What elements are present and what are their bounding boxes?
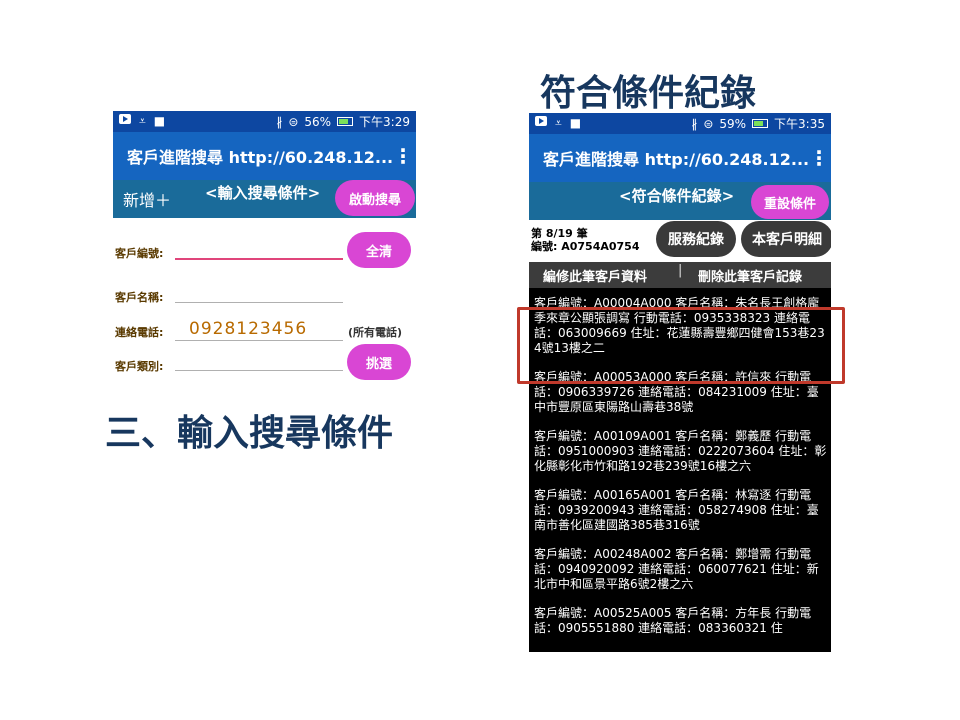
record-number: 編號: A0754A0754: [531, 240, 640, 253]
list-item[interactable]: 客戶編號：A00165A001 客戶名稱：林寫逐 行動電話：0939200943…: [534, 488, 827, 533]
battery-percent: 59%: [719, 116, 747, 131]
overflow-menu-icon[interactable]: ⋮: [809, 146, 829, 170]
phone-hint: (所有電話): [348, 326, 403, 339]
customer-no-input[interactable]: [175, 258, 343, 260]
status-bar: ⩡ ■ ∦ ⊜ 56% 下午3:29: [113, 111, 416, 132]
app-bar: 客戶進階搜尋 http://60.248.12... ⋮: [529, 134, 831, 182]
status-time: 下午3:35: [774, 117, 825, 131]
list-item[interactable]: 客戶編號：A00109A001 客戶名稱：鄭義歷 行動電話：0951000903…: [534, 429, 827, 474]
customer-detail-button[interactable]: 本客戶明細: [741, 221, 831, 257]
customer-name-label: 客戶名稱:: [115, 291, 164, 304]
app-title: 客戶進階搜尋 http://60.248.12...: [127, 148, 394, 167]
app-title: 客戶進階搜尋 http://60.248.12...: [543, 150, 810, 169]
overflow-menu-icon[interactable]: ⋮: [393, 144, 413, 168]
delete-record-button[interactable]: 刪除此筆客戶記錄: [698, 266, 802, 285]
customer-name-input[interactable]: [175, 302, 343, 303]
bluetooth-icon: ∦: [276, 114, 283, 129]
clear-all-button[interactable]: 全清: [347, 232, 411, 268]
sub-toolbar: 新增＋ <輸入搜尋條件> 啟動搜尋: [113, 180, 416, 218]
highlight-frame: [517, 307, 845, 384]
record-position: 第 8/19 筆 編號: A0754A0754: [531, 227, 640, 253]
puzzle-icon: ■: [569, 116, 582, 130]
start-search-button[interactable]: 啟動搜尋: [335, 180, 415, 216]
download-check-icon: ⩡: [555, 116, 562, 130]
bluetooth-icon: ∦: [691, 116, 698, 131]
customer-type-row: 客戶類別: 挑選: [113, 342, 416, 380]
phone-input-line: [175, 340, 343, 341]
youtube-icon: [535, 116, 547, 126]
service-records-button[interactable]: 服務紀錄: [656, 221, 736, 257]
section-title: <符合條件紀錄>: [619, 187, 735, 205]
record-info: 第 8/19 筆 編號: A0754A0754 服務紀錄 本客戶明細: [529, 220, 831, 262]
wifi-icon: ⊜: [703, 116, 714, 131]
list-item[interactable]: 客戶編號：A00525A005 客戶名稱：方年長 行動電話：0905551880…: [534, 606, 827, 636]
wifi-icon: ⊜: [288, 114, 299, 129]
list-item[interactable]: 客戶編號：A00248A002 客戶名稱：鄭增需 行動電話：0940920092…: [534, 547, 827, 592]
sub-toolbar: <符合條件紀錄> 重設條件: [529, 182, 831, 220]
battery-icon: [752, 119, 769, 128]
slide-title-left: 三、輸入搜尋條件: [105, 412, 394, 454]
phone-screenshot-search: ⩡ ■ ∦ ⊜ 56% 下午3:29 客戶進階搜尋 http://60.248.…: [113, 111, 416, 386]
status-time: 下午3:29: [359, 115, 410, 129]
battery-percent: 56%: [304, 114, 332, 129]
youtube-icon: [119, 114, 131, 124]
customer-type-input[interactable]: [175, 370, 343, 371]
add-new-button[interactable]: 新增＋: [123, 187, 171, 211]
battery-icon: [337, 117, 354, 126]
record-action-bar: 編修此筆客戶資料 | 刪除此筆客戶記錄: [529, 262, 831, 288]
select-type-button[interactable]: 挑選: [347, 344, 411, 380]
section-title: <輸入搜尋條件>: [205, 184, 321, 202]
slide-title-right: 符合條件紀錄: [540, 72, 757, 114]
action-divider: |: [678, 263, 683, 278]
phone-label: 連絡電話:: [115, 326, 164, 339]
app-bar: 客戶進階搜尋 http://60.248.12... ⋮: [113, 132, 416, 180]
puzzle-icon: ■: [153, 114, 166, 128]
customer-no-row: 客戶編號: 全清: [113, 232, 416, 268]
record-index: 第 8/19 筆: [531, 227, 588, 240]
phone-input[interactable]: 0928123456: [189, 319, 307, 339]
customer-type-label: 客戶類別:: [115, 360, 164, 373]
customer-no-label: 客戶編號:: [115, 247, 164, 260]
reset-conditions-button[interactable]: 重設條件: [751, 185, 829, 219]
phone-row: 連絡電話: 0928123456 (所有電話): [113, 308, 416, 344]
status-bar: ⩡ ■ ∦ ⊜ 59% 下午3:35: [529, 113, 831, 134]
edit-record-button[interactable]: 編修此筆客戶資料: [543, 266, 647, 285]
download-check-icon: ⩡: [139, 114, 146, 128]
